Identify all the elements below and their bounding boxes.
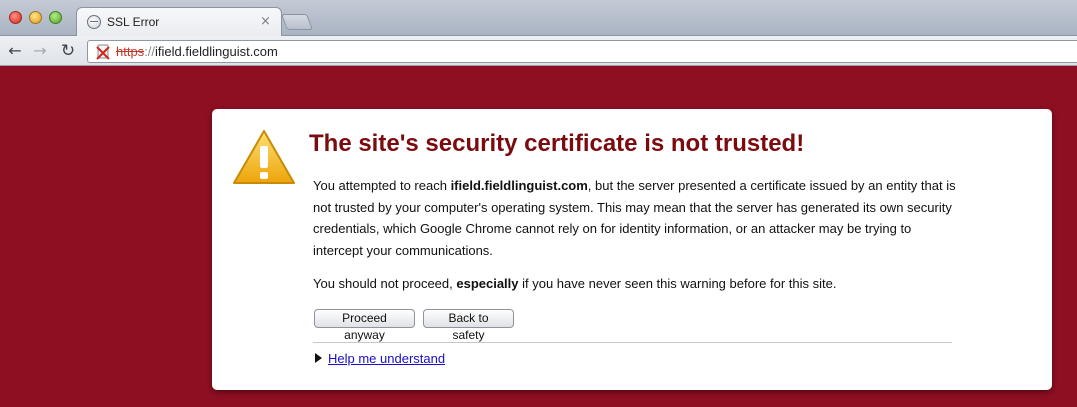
- explanation-start: You attempted to reach: [313, 178, 451, 193]
- tab-strip: SSL Error ×: [0, 0, 1077, 37]
- help-me-understand-link[interactable]: Help me understand: [328, 351, 445, 366]
- advice-emphasis: especially: [456, 276, 519, 291]
- proceed-anyway-button[interactable]: Proceed anyway: [314, 309, 415, 342]
- window-minimize-button[interactable]: [29, 11, 42, 24]
- url-scheme: https: [116, 44, 145, 59]
- page-title: The site's security certificate is not t…: [309, 130, 805, 157]
- advice-paragraph: You should not proceed, especially if yo…: [313, 273, 963, 295]
- tab-close-icon[interactable]: ×: [260, 14, 271, 29]
- explanation-paragraph: You attempted to reach ifield.fieldlingu…: [313, 175, 963, 262]
- url-separator: ://: [144, 44, 156, 59]
- globe-icon: [87, 15, 101, 29]
- browser-toolbar: ← → ↻ https://ifield.fieldlinguist.com: [0, 36, 1077, 66]
- window-zoom-button[interactable]: [49, 11, 62, 24]
- advice-rest: if you have never seen this warning befo…: [518, 276, 837, 291]
- ssl-warning-panel: The site's security certificate is not t…: [212, 109, 1052, 390]
- url-host: ifield.fieldlinguist.com: [155, 44, 278, 59]
- url-text: https://ifield.fieldlinguist.com: [116, 44, 278, 59]
- forward-arrow-icon[interactable]: →: [30, 41, 50, 61]
- reload-icon[interactable]: ↻: [58, 41, 78, 61]
- back-to-safety-button[interactable]: Back to safety: [423, 309, 514, 342]
- warning-triangle-icon: [233, 130, 295, 184]
- new-tab-button[interactable]: [281, 14, 313, 30]
- address-bar[interactable]: https://ifield.fieldlinguist.com: [87, 40, 1077, 63]
- window-close-button[interactable]: [9, 11, 22, 24]
- tab-ssl-error[interactable]: SSL Error ×: [76, 7, 282, 37]
- divider: [313, 342, 952, 343]
- tab-title: SSL Error: [107, 15, 160, 29]
- disclosure-triangle-icon[interactable]: [315, 353, 322, 363]
- broken-lock-icon: [96, 44, 110, 60]
- back-arrow-icon[interactable]: ←: [5, 41, 25, 61]
- site-hostname: ifield.fieldlinguist.com: [450, 178, 588, 193]
- advice-start: You should not proceed,: [313, 276, 457, 291]
